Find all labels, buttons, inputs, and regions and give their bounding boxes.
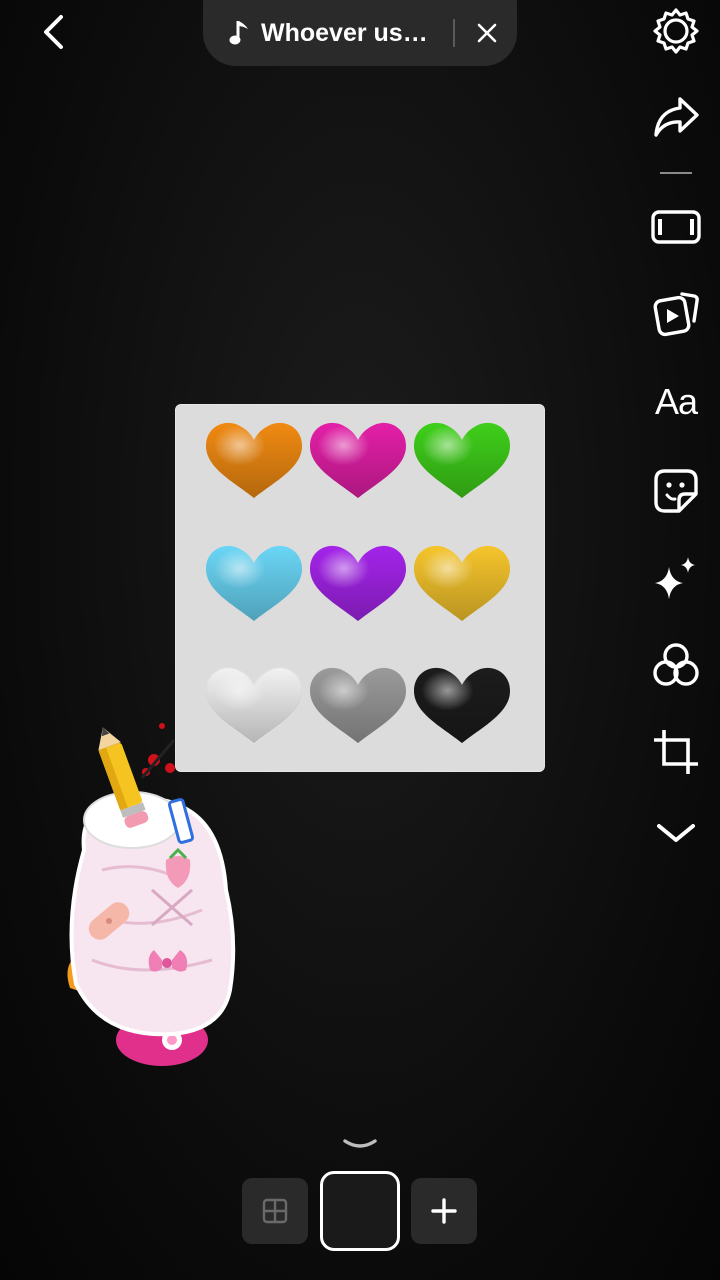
chevron-left-icon xyxy=(44,15,63,49)
splatter-decoration xyxy=(140,723,176,779)
text-tool-label: Aa xyxy=(654,381,698,422)
aspect-ratio-button[interactable] xyxy=(648,199,704,255)
chevron-up-icon xyxy=(343,1139,377,1148)
grid-icon xyxy=(262,1198,288,1224)
music-note-icon xyxy=(229,19,253,47)
sparkles-icon xyxy=(655,557,695,599)
orange-heart xyxy=(206,422,302,498)
photo-card[interactable] xyxy=(175,404,545,772)
filters-icon xyxy=(653,643,699,686)
character-sticker[interactable] xyxy=(62,720,252,1080)
aspect-ratio-icon xyxy=(651,210,701,244)
pink-heart xyxy=(310,422,406,498)
song-title: Whoever us… xyxy=(261,18,428,47)
sticker-button[interactable] xyxy=(648,463,704,519)
music-pill[interactable]: Whoever us… xyxy=(203,0,517,66)
pill-divider xyxy=(453,19,455,47)
share-button[interactable] xyxy=(648,89,704,145)
expand-tray-button[interactable] xyxy=(340,1132,380,1156)
add-clip-button[interactable] xyxy=(411,1178,477,1244)
video-clips-button[interactable] xyxy=(648,285,704,341)
plus-icon xyxy=(431,1198,457,1224)
more-tools-button[interactable] xyxy=(648,805,704,861)
remove-music-button[interactable] xyxy=(465,11,509,55)
filters-button[interactable] xyxy=(648,637,704,693)
close-icon xyxy=(477,23,497,43)
crop-icon xyxy=(654,730,698,774)
crop-button[interactable] xyxy=(648,724,704,780)
purple-heart xyxy=(310,545,406,621)
grid-layout-button[interactable] xyxy=(242,1178,308,1244)
sticker-icon xyxy=(654,469,698,513)
hearts-grid xyxy=(205,422,510,744)
settings-button[interactable] xyxy=(648,3,704,59)
current-clip-thumbnail[interactable] xyxy=(320,1171,400,1251)
green-heart xyxy=(414,422,510,498)
black-heart xyxy=(414,667,510,743)
back-button[interactable] xyxy=(30,8,78,56)
grey-heart xyxy=(310,667,406,743)
effects-button[interactable] xyxy=(648,550,704,606)
video-cards-icon xyxy=(653,292,699,337)
chevron-down-icon xyxy=(657,824,695,842)
text-tool-button[interactable]: Aa xyxy=(648,374,704,430)
yellow-heart xyxy=(414,545,510,621)
toolbar-separator xyxy=(660,172,692,174)
light-blue-heart xyxy=(206,545,302,621)
gear-icon xyxy=(653,8,699,54)
share-arrow-icon xyxy=(654,97,699,137)
